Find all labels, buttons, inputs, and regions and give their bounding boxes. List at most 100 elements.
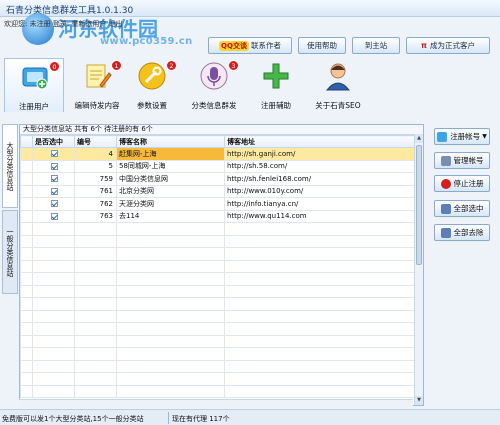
badge: 2	[166, 60, 177, 71]
row-url: http://sh.ganji.com/	[224, 147, 414, 161]
table-header-row: 是否选中 编号 博客名称 博客地址	[20, 135, 414, 148]
row-name: 赶集网-上海	[116, 147, 225, 161]
row-id: 5	[74, 159, 117, 173]
row-checkbox-cell[interactable]	[32, 159, 75, 173]
table-row[interactable]: 5 58同城网-上海 http://sh.58.com/	[20, 159, 414, 173]
site-table: 是否选中 编号 博客名称 博客地址 4 赶集网-上海 http://sh.ganji…	[20, 135, 414, 398]
register-account-label: 注册帐号	[450, 132, 481, 141]
row-checkbox-cell[interactable]	[32, 147, 75, 161]
row-checkbox[interactable]	[51, 187, 58, 195]
empty-row	[20, 234, 414, 248]
column-header[interactable]: 博客地址	[224, 135, 414, 148]
row-id: 759	[74, 172, 117, 186]
stop-register-button[interactable]: 停止注册	[434, 175, 490, 192]
scroll-thumb[interactable]	[416, 145, 422, 265]
row-name: 天涯分类网	[116, 197, 225, 211]
row-indicator	[20, 147, 33, 161]
vertical-scrollbar[interactable]: ▲ ▼	[414, 134, 423, 405]
row-checkbox-cell[interactable]	[32, 209, 75, 223]
register-account-icon	[437, 131, 448, 142]
help-button[interactable]: 使用帮助	[298, 37, 346, 54]
toolbar-broadcast[interactable]: 3 分类信息群发	[184, 58, 244, 112]
manage-account-button[interactable]: 管理帐号	[434, 152, 490, 169]
select-all-icon	[440, 203, 451, 214]
toolbar-edit-content[interactable]: 1 编辑待发内容	[67, 58, 127, 112]
toolbar-register-user[interactable]: 0 注册用户	[4, 58, 64, 112]
table-row[interactable]: 4 赶集网-上海 http://sh.ganji.com/	[20, 147, 414, 161]
row-checkbox-cell[interactable]	[32, 197, 75, 211]
empty-row	[20, 359, 414, 373]
register-account-button[interactable]: 注册帐号 ▼	[434, 128, 490, 145]
row-indicator	[20, 184, 33, 198]
row-id: 4	[74, 147, 117, 161]
row-indicator	[20, 209, 33, 223]
row-checkbox[interactable]	[51, 162, 58, 170]
row-id: 762	[74, 197, 117, 211]
column-header[interactable]: 是否选中	[32, 135, 75, 148]
table-row[interactable]: 761 北京分类网 http://www.010y.com/	[20, 184, 414, 198]
become-member-label: 成为正式客户	[429, 41, 475, 50]
toolbar-settings[interactable]: 2 参数设置	[122, 58, 182, 112]
site-grid: 是否选中 编号 博客名称 博客地址 4 赶集网-上海 http://sh.ganji…	[20, 134, 414, 405]
panel-header: 大型分类信息站 共有 6个 待注册的有 6个	[20, 125, 423, 134]
toolbar-label: 参数设置	[137, 101, 167, 110]
toolbar-label: 注册辅助	[261, 101, 291, 110]
home-button[interactable]: 到主站	[352, 37, 400, 54]
row-indicator	[20, 172, 33, 186]
tab-general-sites[interactable]: 一般分类信息站	[2, 210, 18, 294]
stop-icon	[440, 178, 451, 189]
toolbar-label: 注册用户	[19, 102, 49, 111]
row-indicator	[20, 159, 33, 173]
select-all-label: 全部选中	[453, 204, 484, 213]
row-name: 中国分类信息网	[116, 172, 225, 186]
contact-author-label: 联系作者	[250, 41, 281, 50]
empty-row	[20, 322, 414, 336]
settings-icon	[138, 62, 166, 90]
contact-author-button[interactable]: QQ交谈 联系作者	[208, 37, 292, 54]
deselect-all-button[interactable]: 全部去除	[434, 224, 490, 241]
empty-row	[20, 259, 414, 273]
row-checkbox[interactable]	[51, 212, 58, 220]
toolbar-label: 关于石青SEO	[315, 101, 361, 110]
row-checkbox[interactable]	[51, 175, 58, 183]
row-name: 58同城网-上海	[116, 159, 225, 173]
empty-row	[20, 309, 414, 323]
toolbar-label: 编辑待发内容	[74, 101, 120, 110]
toolbar-about[interactable]: 关于石青SEO	[308, 58, 368, 112]
table-row[interactable]: 762 天涯分类网 http://info.tianya.cn/	[20, 197, 414, 211]
stop-register-label: 停止注册	[453, 179, 484, 188]
row-id: 761	[74, 184, 117, 198]
select-all-button[interactable]: 全部选中	[434, 200, 490, 217]
column-header[interactable]: 编号	[74, 135, 117, 148]
empty-row	[20, 384, 414, 398]
edit-content-icon	[86, 64, 112, 88]
column-header[interactable]: 博客名称	[116, 135, 225, 148]
member-icon: π	[421, 41, 427, 50]
manage-account-icon	[440, 155, 451, 166]
row-checkbox[interactable]	[51, 200, 58, 208]
horizontal-scrollbar[interactable]	[19, 399, 413, 407]
row-url: http://sh.58.com/	[224, 159, 414, 173]
row-checkbox-cell[interactable]	[32, 172, 75, 186]
row-url: http://www.010y.com/	[224, 184, 414, 198]
qq-icon: QQ交谈	[219, 40, 249, 51]
empty-row	[20, 284, 414, 298]
row-indicator-header	[20, 135, 33, 148]
row-checkbox[interactable]	[51, 150, 58, 158]
table-row[interactable]: 763 去114 http://www.qu114.com	[20, 209, 414, 223]
chevron-down-icon: ▼	[482, 133, 487, 140]
badge: 3	[228, 60, 239, 71]
broadcast-icon	[200, 62, 228, 90]
table-row[interactable]: 759 中国分类信息网 http://sh.fenlei168.com/	[20, 172, 414, 186]
row-checkbox-cell[interactable]	[32, 184, 75, 198]
become-member-button[interactable]: π 成为正式客户	[406, 37, 490, 54]
empty-row	[20, 247, 414, 261]
scroll-down-icon[interactable]: ▼	[415, 396, 423, 405]
tab-large-sites[interactable]: 大型分类信息站	[2, 124, 18, 208]
status-bar: 免费版可以发1个大型分类站,15个一般分类站 现在有代理 117个	[0, 409, 500, 425]
status-divider	[168, 412, 169, 424]
watermark-url: www.pc0359.cn	[100, 36, 193, 47]
toolbar-register-assist[interactable]: 注册辅助	[246, 58, 306, 112]
row-id: 763	[74, 209, 117, 223]
scroll-up-icon[interactable]: ▲	[415, 134, 423, 143]
